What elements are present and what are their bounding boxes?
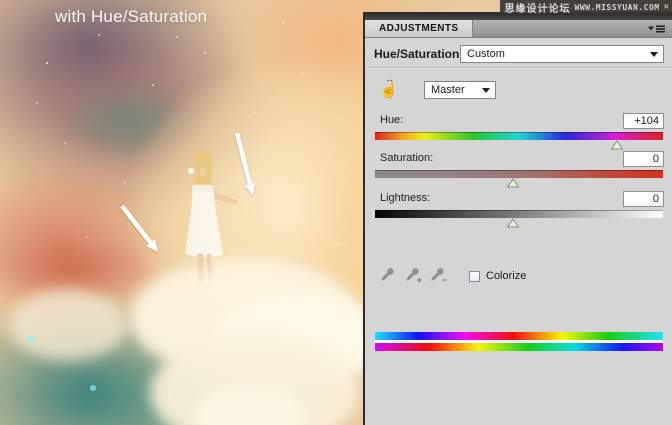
hue-value-input[interactable]: +104 xyxy=(623,113,664,129)
spectrum-preview xyxy=(375,332,663,351)
chevron-down-icon xyxy=(650,52,658,57)
arrow-right-hand xyxy=(237,133,255,196)
lightness-slider-track[interactable] xyxy=(375,210,663,218)
image-caption: with Hue/Saturation xyxy=(55,7,207,27)
lightness-label: Lightness: xyxy=(380,192,430,204)
colorize-checkbox[interactable] xyxy=(469,271,480,282)
panel-content: Hue/Saturation Custom ↔ ☝ Master Hue: +1… xyxy=(365,38,672,425)
saturation-slider-thumb[interactable] xyxy=(507,178,520,188)
tab-adjustments[interactable]: ADJUSTMENTS xyxy=(365,20,473,37)
hue-slider-thumb[interactable] xyxy=(610,140,623,150)
arrow-left-cloud xyxy=(122,206,158,252)
eyedropper-icon[interactable] xyxy=(379,266,396,283)
hue-label: Hue: xyxy=(380,114,403,126)
lightness-thumb-row xyxy=(375,218,663,228)
spectrum-bar-after xyxy=(375,343,663,351)
preset-value: Custom xyxy=(467,48,505,60)
adjustment-title: Hue/Saturation xyxy=(374,47,459,61)
watermark-cn-text: 思缘设计论坛 xyxy=(505,0,571,15)
lightness-value-input[interactable]: 0 xyxy=(623,191,664,207)
spectrum-bar-before xyxy=(375,332,663,340)
colorize-label: Colorize xyxy=(486,270,526,282)
saturation-slider-track[interactable] xyxy=(375,170,663,178)
screenshot-root: with Hue/Saturation 思缘设计论坛 WWW.MISSYUAN.… xyxy=(0,0,672,425)
tab-adjustments-label: ADJUSTMENTS xyxy=(379,23,458,34)
panel-tab-bar: ADJUSTMENTS xyxy=(365,20,672,38)
eyedropper-plus-icon[interactable]: + xyxy=(404,266,421,283)
saturation-thumb-row xyxy=(375,178,663,188)
adjustments-panel: ADJUSTMENTS Hue/Saturation Custom ↔ xyxy=(363,12,672,425)
divider xyxy=(365,67,672,69)
eyedropper-minus-icon[interactable]: − xyxy=(429,266,446,283)
tab-bar-empty xyxy=(473,20,672,37)
lightness-slider-thumb[interactable] xyxy=(507,218,520,228)
panel-menu-icon[interactable] xyxy=(648,24,666,34)
preset-dropdown[interactable]: Custom xyxy=(460,45,664,63)
channel-dropdown[interactable]: Master xyxy=(424,81,496,99)
hue-thumb-row xyxy=(375,140,663,150)
eyedropper-group: + − xyxy=(379,266,446,283)
targeted-adjustment-icon[interactable]: ↔ ☝ xyxy=(377,76,401,102)
chevron-down-icon xyxy=(482,88,490,93)
watermark-url-text: WWW.MISSYUAN.COM xyxy=(575,3,660,12)
saturation-label: Saturation: xyxy=(380,152,433,164)
watermark-close-icon[interactable]: ✕ xyxy=(664,2,669,12)
channel-value: Master xyxy=(431,84,465,96)
hue-slider-track[interactable] xyxy=(375,132,663,140)
watermark-bar: 思缘设计论坛 WWW.MISSYUAN.COM ✕ xyxy=(500,0,672,14)
saturation-value-input[interactable]: 0 xyxy=(623,151,664,167)
